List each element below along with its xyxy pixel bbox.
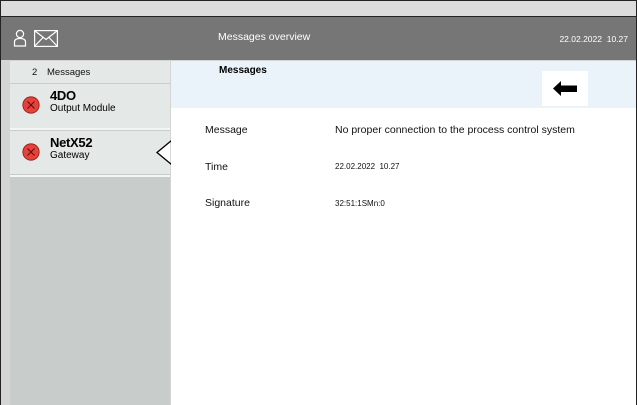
divider xyxy=(10,175,170,177)
message-label: Message xyxy=(205,124,248,136)
message-value: No proper connection to the process cont… xyxy=(335,124,575,136)
header-datetime: 22.02.2022 10.27 xyxy=(559,34,628,44)
signature-label: Signature xyxy=(205,197,250,209)
header-bar: Messages overview 22.02.2022 10.27 xyxy=(1,17,636,60)
time-value: 22.02.2022 10.27 xyxy=(335,162,400,171)
top-strip xyxy=(1,1,636,17)
message-count-label: Messages xyxy=(47,67,91,78)
user-icon[interactable] xyxy=(13,29,27,52)
messages-header: Messages xyxy=(171,61,636,108)
device-name: NetX52 xyxy=(50,135,93,150)
divider xyxy=(10,128,170,130)
device-type: Gateway xyxy=(50,150,90,161)
signature-value: 32:51:1SMn:0 xyxy=(335,199,385,208)
messages-heading: Messages xyxy=(219,65,267,76)
back-button[interactable] xyxy=(542,71,588,106)
back-arrow-icon xyxy=(553,81,577,96)
error-icon xyxy=(22,96,40,114)
message-count: 2 xyxy=(32,67,38,78)
header-time: 10.27 xyxy=(606,34,628,44)
header-date: 22.02.2022 xyxy=(559,34,602,44)
message-detail-panel: Messages Message No proper connection to… xyxy=(171,61,636,405)
time-label: Time xyxy=(205,161,228,173)
message-count-row: 2 Messages xyxy=(10,61,170,83)
device-name: 4DO xyxy=(50,88,76,103)
sidebar: 2 Messages 4DO Output Module NetX52 Gate… xyxy=(10,61,170,405)
device-type: Output Module xyxy=(50,103,116,114)
page-title: Messages overview xyxy=(218,31,311,43)
sidebar-item-netx52[interactable]: NetX52 Gateway xyxy=(10,131,170,174)
sidebar-item-4do[interactable]: 4DO Output Module xyxy=(10,84,170,128)
error-icon xyxy=(22,143,40,161)
mail-icon[interactable] xyxy=(34,30,58,52)
